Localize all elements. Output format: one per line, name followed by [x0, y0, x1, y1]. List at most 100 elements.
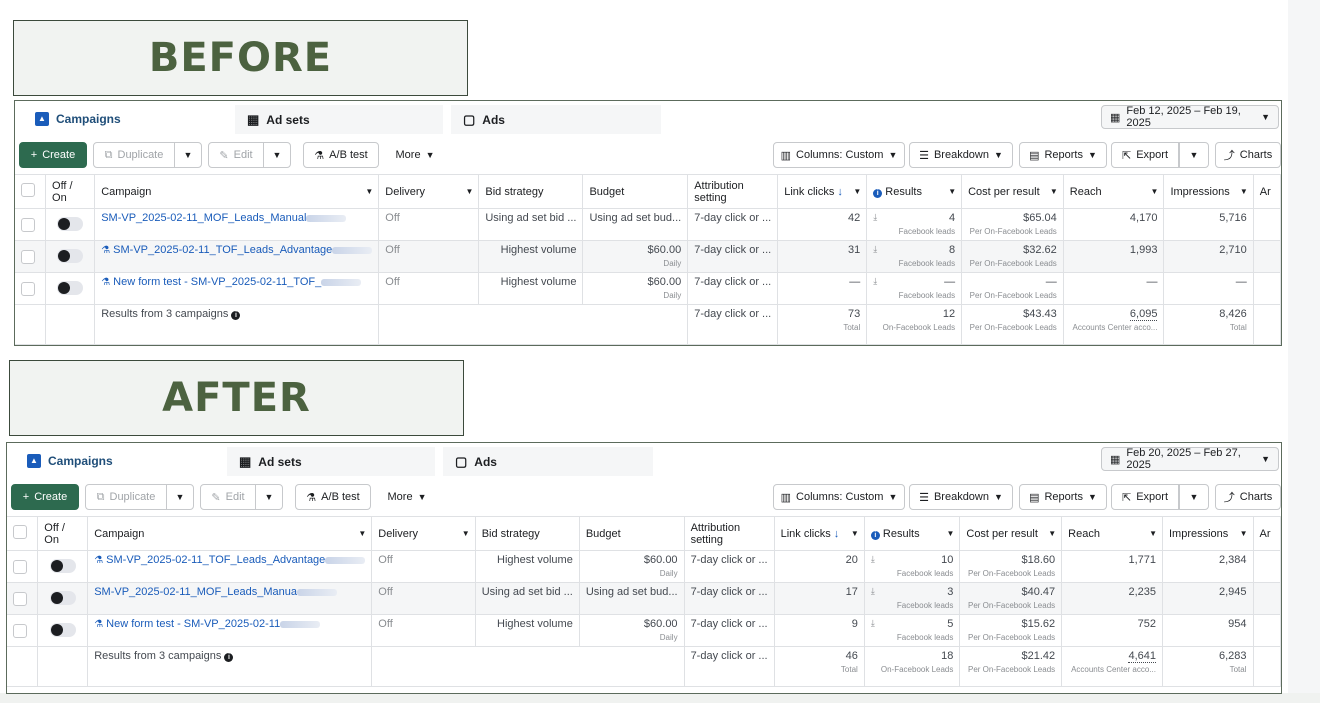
- flask-icon: ⚗: [101, 277, 111, 288]
- header-link-clicks[interactable]: Link clicks ↓ ▼: [777, 174, 868, 209]
- tab-ad-sets[interactable]: ▦ Ad sets: [235, 105, 443, 134]
- campaign-toggle[interactable]: [57, 217, 84, 231]
- campaign-toggle[interactable]: [49, 623, 76, 637]
- charts-button[interactable]: ⤴ Charts: [1215, 142, 1281, 168]
- tab-campaigns[interactable]: ▲ Campaigns: [15, 447, 223, 476]
- row-checkbox[interactable]: [21, 218, 35, 232]
- tab-ads[interactable]: ▢ Ads: [451, 105, 661, 134]
- edit-button[interactable]: ✎ Edit: [200, 484, 256, 510]
- chevron-down-icon: ▼: [1149, 529, 1157, 538]
- header-bid-strategy[interactable]: Bid strategy: [478, 174, 584, 209]
- select-all-checkbox[interactable]: [21, 183, 35, 197]
- row-checkbox[interactable]: [13, 624, 27, 638]
- header-bid-strategy[interactable]: Bid strategy: [475, 516, 580, 551]
- edit-dropdown[interactable]: ▼: [263, 142, 291, 168]
- table-row[interactable]: ⚗ SM-VP_2025-02-11_TOF_Leads_Advantage Of…: [15, 240, 1281, 273]
- campaign-name-link[interactable]: New form test - SM-VP_2025-02-11: [106, 618, 280, 630]
- date-range-picker[interactable]: ▦ Feb 12, 2025 – Feb 19, 2025 ▼: [1101, 105, 1279, 129]
- header-reach[interactable]: Reach ▼: [1061, 516, 1163, 551]
- impressions-cell: —: [1163, 272, 1254, 305]
- tab-ad-sets[interactable]: ▦ Ad sets: [227, 447, 435, 476]
- ab-test-button[interactable]: ⚗ A/B test: [303, 142, 379, 168]
- create-button[interactable]: + Create: [19, 142, 87, 168]
- amount-spent-cell: [1253, 240, 1281, 273]
- header-amount-spent[interactable]: Ar: [1253, 174, 1281, 209]
- export-dropdown[interactable]: ▼: [1179, 484, 1209, 510]
- campaign-toggle[interactable]: [57, 281, 84, 295]
- chevron-down-icon: ▼: [1189, 150, 1199, 160]
- table-row[interactable]: SM-VP_2025-02-11_MOF_Leads_Manual Off Us…: [15, 208, 1281, 241]
- export-button[interactable]: ⇱ Export: [1111, 142, 1179, 168]
- more-button[interactable]: More ▼: [387, 142, 443, 168]
- campaign-toggle[interactable]: [49, 591, 76, 605]
- row-checkbox[interactable]: [21, 282, 35, 296]
- header-reach[interactable]: Reach ▼: [1063, 174, 1165, 209]
- duplicate-dropdown[interactable]: ▼: [174, 142, 202, 168]
- attribution-cell: 7-day click or ...: [687, 272, 779, 305]
- create-button[interactable]: + Create: [11, 484, 79, 510]
- row-checkbox[interactable]: [13, 560, 27, 574]
- campaign-toggle[interactable]: [49, 559, 76, 573]
- delivery-cell: Off: [378, 272, 480, 305]
- table-row[interactable]: ⚗ SM-VP_2025-02-11_TOF_Leads_Advantage Of…: [7, 550, 1281, 583]
- campaign-toggle[interactable]: [57, 249, 84, 263]
- header-impressions[interactable]: Impressions ▼: [1162, 516, 1254, 551]
- tab-label: Ad sets: [266, 112, 310, 127]
- select-all-header[interactable]: [15, 174, 47, 209]
- reports-button[interactable]: ▤ Reports ▼: [1019, 484, 1107, 510]
- row-checkbox[interactable]: [13, 592, 27, 606]
- header-attribution[interactable]: Attribution setting: [684, 516, 775, 551]
- table-row[interactable]: ⚗ New form test - SM-VP_2025-02-11_TOF_ O…: [15, 272, 1281, 305]
- header-impressions[interactable]: Impressions ▼: [1163, 174, 1254, 209]
- header-campaign[interactable]: Campaign ▼: [94, 174, 380, 209]
- campaign-name-link[interactable]: SM-VP_2025-02-11_MOF_Leads_Manual: [101, 212, 306, 224]
- budget-text: $60.00: [643, 618, 678, 630]
- columns-button[interactable]: ▥ Columns: Custom ▼: [773, 142, 905, 168]
- header-delivery[interactable]: Delivery ▼: [371, 516, 476, 551]
- breakdown-button[interactable]: ☰ Breakdown ▼: [909, 142, 1013, 168]
- reports-button[interactable]: ▤ Reports ▼: [1019, 142, 1107, 168]
- duplicate-button[interactable]: ⧉ Duplicate: [93, 142, 175, 168]
- campaign-name-link[interactable]: SM-VP_2025-02-11_TOF_Leads_Advantage: [106, 554, 325, 566]
- tab-ads[interactable]: ▢ Ads: [443, 447, 653, 476]
- totals-clicks-sub: Total: [843, 323, 861, 332]
- table-row[interactable]: SM-VP_2025-02-11_MOF_Leads_Manua Off Usi…: [7, 582, 1281, 615]
- export-dropdown[interactable]: ▼: [1179, 142, 1209, 168]
- row-checkbox[interactable]: [21, 250, 35, 264]
- duplicate-dropdown[interactable]: ▼: [166, 484, 194, 510]
- date-range-picker[interactable]: ▦ Feb 20, 2025 – Feb 27, 2025 ▼: [1101, 447, 1279, 471]
- breakdown-button[interactable]: ☰ Breakdown ▼: [909, 484, 1013, 510]
- header-budget[interactable]: Budget: [582, 174, 689, 209]
- campaign-name-link[interactable]: SM-VP_2025-02-11_TOF_Leads_Advantage: [113, 244, 332, 256]
- header-results[interactable]: i Results ▼: [864, 516, 961, 551]
- header-link-clicks[interactable]: Link clicks ↓ ▼: [774, 516, 865, 551]
- select-all-header[interactable]: [7, 516, 39, 551]
- header-label: Link clicks: [784, 185, 835, 198]
- header-attribution[interactable]: Attribution setting: [687, 174, 779, 209]
- header-campaign[interactable]: Campaign ▼: [87, 516, 373, 551]
- budget-text: Using ad set bud...: [589, 212, 682, 224]
- header-delivery[interactable]: Delivery ▼: [378, 174, 480, 209]
- select-all-checkbox[interactable]: [13, 525, 27, 539]
- tab-bar: ▲ Campaigns ▦ Ad sets ▢ Ads ▦ Feb 20, 20…: [7, 443, 1281, 476]
- campaign-name-link[interactable]: SM-VP_2025-02-11_MOF_Leads_Manua: [94, 586, 297, 598]
- edit-dropdown[interactable]: ▼: [255, 484, 283, 510]
- header-cost-per-result[interactable]: Cost per result ▼: [961, 174, 1064, 209]
- duplicate-button[interactable]: ⧉ Duplicate: [85, 484, 167, 510]
- header-results[interactable]: i Results ▼: [866, 174, 963, 209]
- header-amount-spent[interactable]: Ar: [1253, 516, 1281, 551]
- more-button[interactable]: More ▼: [379, 484, 435, 510]
- header-cost-per-result[interactable]: Cost per result ▼: [959, 516, 1063, 551]
- totals-impressions: 8,426: [1219, 308, 1247, 320]
- campaign-name-link[interactable]: New form test - SM-VP_2025-02-11_TOF_: [113, 276, 321, 288]
- header-budget[interactable]: Budget: [579, 516, 685, 551]
- charts-button[interactable]: ⤴ Charts: [1215, 484, 1281, 510]
- grid-icon: ▦: [247, 111, 260, 127]
- edit-button[interactable]: ✎ Edit: [208, 142, 264, 168]
- export-button[interactable]: ⇱ Export: [1111, 484, 1179, 510]
- table-row[interactable]: ⚗ New form test - SM-VP_2025-02-11 Off Hi…: [7, 614, 1281, 647]
- columns-button[interactable]: ▥ Columns: Custom ▼: [773, 484, 905, 510]
- tab-campaigns[interactable]: ▲ Campaigns: [23, 105, 231, 134]
- ab-test-button[interactable]: ⚗ A/B test: [295, 484, 371, 510]
- totals-empty-cell: [7, 646, 39, 687]
